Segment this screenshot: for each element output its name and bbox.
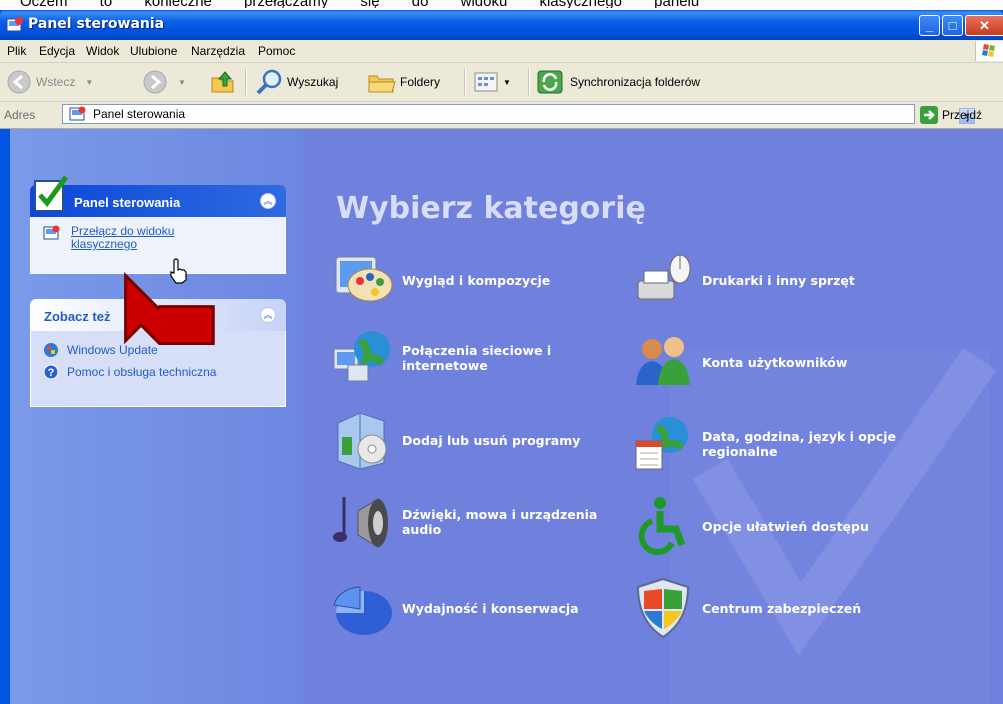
back-arrow-icon	[7, 70, 31, 94]
back-button[interactable]: Wstecz ▼	[6, 67, 93, 97]
address-input[interactable]: Panel sterowania ▼	[62, 104, 975, 127]
windows-update-icon	[44, 343, 58, 357]
security-shield-icon	[636, 577, 690, 639]
sounds-speaker-icon	[333, 497, 388, 548]
category-add-remove-programs[interactable]: Dodaj lub usuń programy	[330, 407, 630, 473]
back-dropdown-icon[interactable]: ▼	[85, 78, 93, 87]
close-button[interactable]: ✕	[965, 15, 1003, 36]
search-button[interactable]: Wyszukaj	[253, 67, 338, 97]
control-panel-icon	[43, 225, 60, 240]
category-label: Wygląd i kompozycje	[402, 272, 551, 288]
forward-dropdown-icon[interactable]: ▼	[178, 78, 186, 87]
forward-arrow-icon	[143, 70, 167, 94]
category-label: Dodaj lub usuń programy	[402, 432, 581, 448]
sync-folders-button[interactable]: Synchronizacja folderów	[536, 67, 700, 97]
category-label: Data, godzina, język i opcje regionalne	[702, 429, 896, 459]
control-panel-box-title: Panel sterowania	[74, 195, 181, 210]
category-label: Wydajność i konserwacja	[402, 600, 579, 616]
category-security-center[interactable]: Centrum zabezpieczeń	[630, 575, 930, 641]
category-printers[interactable]: Drukarki i inny sprzęt	[630, 247, 930, 313]
date-time-globe-icon	[635, 417, 688, 470]
control-panel-icon	[6, 16, 24, 39]
see-also-title: Zobacz też	[44, 309, 111, 324]
minimize-button[interactable]: _	[919, 15, 940, 36]
search-icon	[256, 69, 282, 95]
back-label: Wstecz	[36, 75, 76, 89]
top-caption: Oczem to konieczne przełączamy się do wi…	[0, 0, 1003, 8]
address-bar: Adres Panel sterowania ▼ Przejdź	[0, 102, 1003, 129]
go-label: Przejdź	[942, 108, 983, 122]
svg-text:?: ?	[48, 367, 55, 379]
menu-edit[interactable]: Edycja	[39, 44, 75, 58]
category-label: Centrum zabezpieczeń	[702, 600, 862, 616]
category-label: Połączenia sieciowe i internetowe	[402, 343, 552, 373]
page-title: Wybierz kategorię	[336, 191, 646, 226]
address-value: Panel sterowania	[93, 107, 186, 121]
go-button[interactable]: Przejdź	[920, 106, 982, 124]
search-label: Wyszukaj	[287, 75, 339, 89]
views-dropdown-icon[interactable]: ▼	[503, 78, 511, 87]
task-pane: Panel sterowania ︽ Przełącz do widoku kl…	[10, 129, 305, 704]
category-sounds[interactable]: Dźwięki, mowa i urządzenia audio	[330, 489, 630, 555]
up-folder-button[interactable]	[209, 67, 237, 97]
window-title: Panel sterowania	[28, 16, 165, 32]
network-globe-icon	[333, 331, 390, 382]
views-icon	[474, 72, 498, 92]
switch-classic-view-link[interactable]: Przełącz do widoku klasycznego	[43, 225, 273, 251]
toolbar: Wstecz ▼ ▼ Wyszukaj Foldery ▼ Synchroniz…	[0, 63, 1003, 102]
accessibility-wheelchair-icon	[638, 497, 686, 555]
category-label: Dźwięki, mowa i urządzenia audio	[402, 507, 598, 537]
performance-pie-icon	[333, 586, 392, 635]
main-content: Panel sterowania ︽ Przełącz do widoku kl…	[10, 129, 1003, 704]
sync-label: Synchronizacja folderów	[570, 75, 701, 89]
folders-button[interactable]: Foldery	[366, 67, 440, 97]
address-label: Adres	[4, 108, 36, 122]
go-arrow-icon	[920, 106, 938, 124]
add-remove-programs-icon	[337, 412, 387, 470]
category-label: Opcje ułatwień dostępu	[702, 518, 869, 534]
category-network[interactable]: Połączenia sieciowe i internetowe	[330, 325, 630, 391]
control-panel-box: Panel sterowania ︽ Przełącz do widoku kl…	[30, 175, 286, 274]
menu-tools[interactable]: Narzędzia	[191, 44, 245, 58]
category-label: Konta użytkowników	[702, 354, 848, 370]
printer-hardware-icon	[637, 254, 691, 300]
control-panel-box-header[interactable]: Panel sterowania ︽	[30, 175, 286, 217]
maximize-button[interactable]: □	[942, 15, 963, 36]
switch-link-line-2[interactable]: klasycznego	[71, 238, 174, 251]
user-accounts-icon	[636, 337, 690, 385]
menu-help[interactable]: Pomoc	[258, 44, 295, 58]
control-panel-checkbox-icon	[34, 175, 69, 212]
menu-view[interactable]: Widok	[86, 44, 119, 58]
collapse-chevron-icon[interactable]: ︽	[260, 307, 276, 323]
category-accessibility[interactable]: Opcje ułatwień dostępu	[630, 493, 930, 559]
up-folder-icon	[211, 71, 234, 93]
forward-button[interactable]: ▼	[142, 67, 186, 97]
views-button[interactable]: ▼	[473, 67, 511, 97]
menu-file[interactable]: Plik	[7, 44, 26, 58]
category-performance[interactable]: Wydajność i konserwacja	[330, 575, 630, 641]
folders-icon	[368, 75, 396, 93]
help-icon: ?	[43, 364, 59, 380]
hand-cursor-icon	[170, 258, 187, 284]
windows-logo-icon	[975, 41, 1003, 61]
appearance-palette-icon	[335, 256, 393, 302]
category-user-accounts[interactable]: Konta użytkowników	[630, 329, 930, 395]
control-panel-icon	[69, 106, 87, 127]
category-date-time-language[interactable]: Data, godzina, język i opcje regionalne	[630, 411, 930, 477]
category-appearance[interactable]: Wygląd i kompozycje	[330, 247, 630, 313]
sync-icon	[537, 70, 563, 94]
menu-bar: Plik Edycja Widok Ulubione Narzędzia Pom…	[0, 40, 1003, 63]
collapse-chevron-icon[interactable]: ︽	[260, 193, 276, 209]
category-label: Drukarki i inny sprzęt	[702, 272, 855, 288]
title-bar[interactable]: Panel sterowania _ □ ✕	[0, 10, 1003, 40]
menu-favorites[interactable]: Ulubione	[130, 44, 177, 58]
folders-label: Foldery	[400, 75, 441, 89]
